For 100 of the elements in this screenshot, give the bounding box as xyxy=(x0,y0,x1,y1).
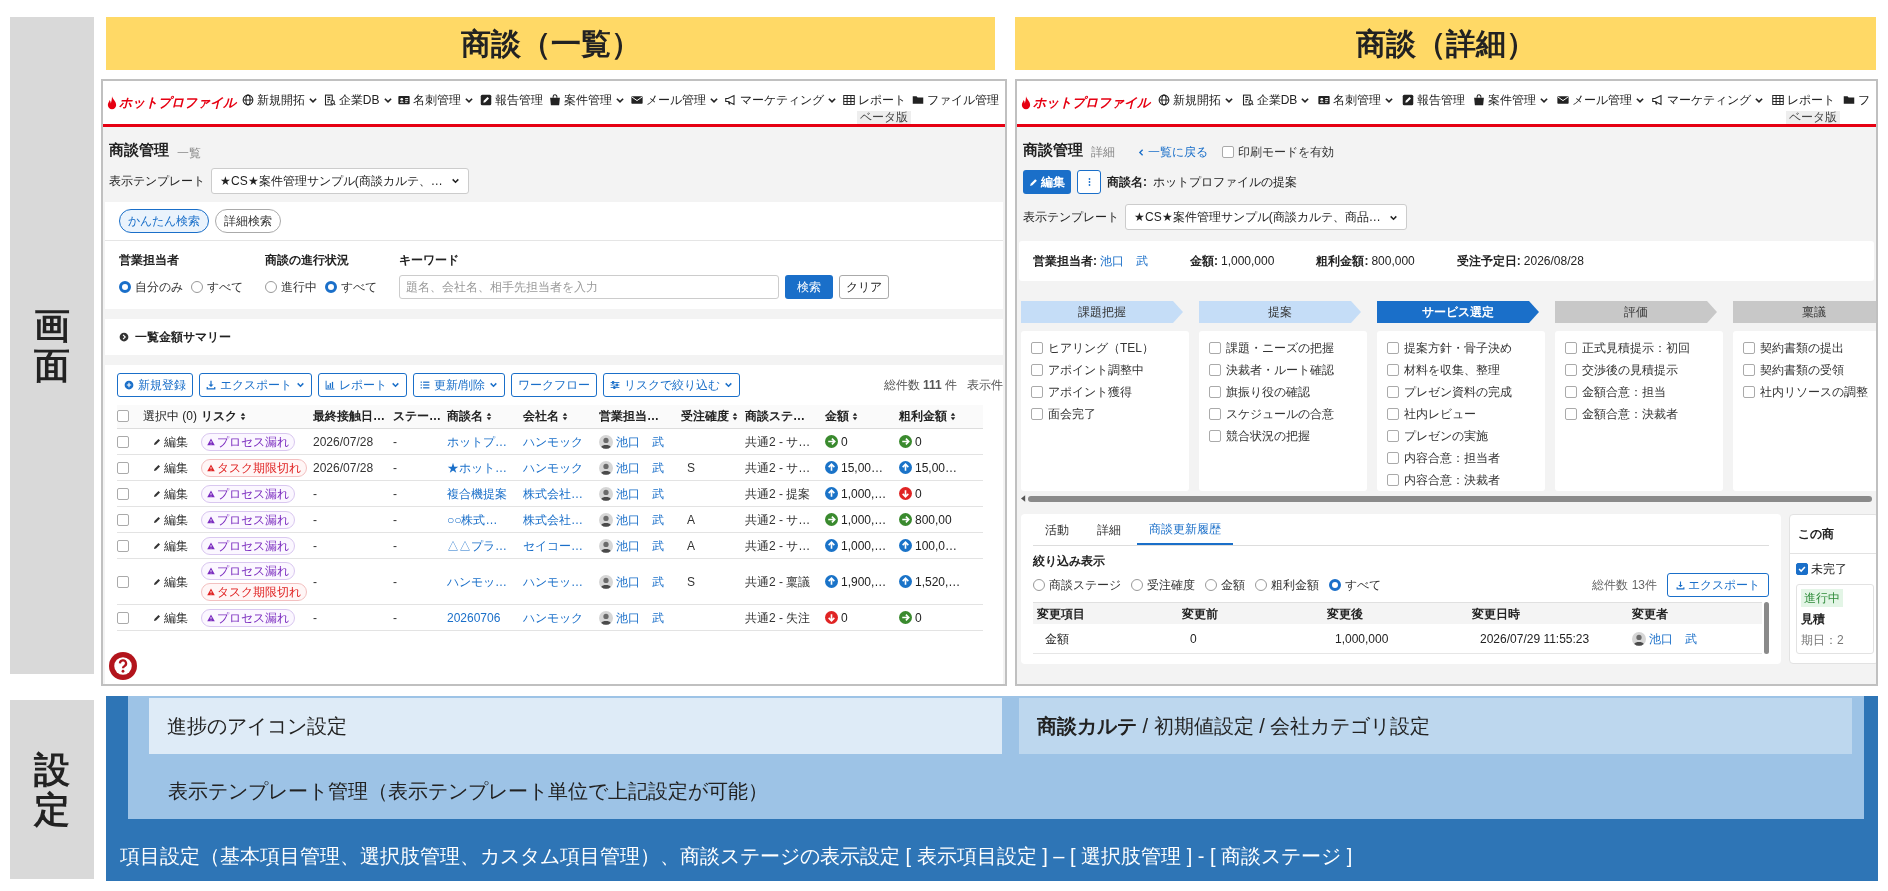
nav-item[interactable]: マーケティング xyxy=(725,81,838,124)
nav-item[interactable]: 新規開拓 xyxy=(1157,81,1234,124)
owner-link[interactable]: 池口 武 xyxy=(616,536,664,555)
checkbox[interactable] xyxy=(1743,342,1755,354)
checkbox-label[interactable]: 未完了 xyxy=(1811,560,1847,578)
option-label[interactable]: 商談ステージ xyxy=(1049,576,1121,594)
option-label[interactable]: すべて xyxy=(207,277,243,296)
nav-item[interactable]: 新規開拓 xyxy=(241,81,318,124)
checkbox[interactable] xyxy=(1031,364,1043,376)
checkbox[interactable] xyxy=(1222,146,1234,158)
checkbox[interactable] xyxy=(117,461,129,474)
radio-button[interactable] xyxy=(191,280,203,293)
company-link[interactable]: ハンモック xyxy=(523,460,583,475)
nav-item[interactable]: 案件管理 xyxy=(1472,81,1549,124)
keyword-input[interactable]: 題名、会社名、相手先担当者を入力 xyxy=(399,274,779,299)
task-label[interactable]: ヒアリング（TEL） xyxy=(1048,339,1154,357)
task-label[interactable]: 社内レビュー xyxy=(1404,405,1476,423)
checkbox[interactable] xyxy=(1031,408,1043,420)
nav-item[interactable]: 企業DB xyxy=(323,81,393,124)
deal-link[interactable]: 20260706 xyxy=(447,610,501,625)
checkbox[interactable] xyxy=(1209,408,1221,420)
radio-button[interactable] xyxy=(1255,579,1267,591)
toolbar-button[interactable]: レポート xyxy=(318,372,407,397)
deal-link[interactable]: ホットプ… xyxy=(447,434,507,449)
radio-button[interactable] xyxy=(1033,579,1045,591)
nav-item[interactable]: フ xyxy=(1843,81,1870,124)
radio-button[interactable] xyxy=(325,280,337,293)
radio-button[interactable] xyxy=(119,280,131,293)
nav-item[interactable]: 名刺管理 xyxy=(1318,81,1395,124)
task-label[interactable]: アポイント調整中 xyxy=(1048,361,1144,379)
deal-link[interactable]: ○○株式… xyxy=(447,512,498,527)
edit-button[interactable]: 編集 xyxy=(1023,170,1071,194)
radio-button[interactable] xyxy=(1131,579,1143,591)
task-label[interactable]: 社内リソースの調整 xyxy=(1760,383,1868,401)
deal-link[interactable]: ハンモッ… xyxy=(447,574,507,589)
task-label[interactable]: 金額合意：決裁者 xyxy=(1582,405,1678,423)
checkbox[interactable] xyxy=(1565,408,1577,420)
owner-link[interactable]: 池口 武 xyxy=(616,432,664,451)
option-label[interactable]: すべて xyxy=(1345,576,1381,594)
more-button[interactable] xyxy=(1077,170,1101,194)
checkbox[interactable] xyxy=(1387,342,1399,354)
company-link[interactable]: ハンモック xyxy=(523,610,583,625)
nav-item[interactable]: メール管理 xyxy=(1556,81,1645,124)
checkbox[interactable] xyxy=(1387,474,1399,486)
task-label[interactable]: 正式見積提示：初回 xyxy=(1582,339,1690,357)
option-label[interactable]: 受注確度 xyxy=(1147,576,1195,594)
option-label[interactable]: すべて xyxy=(341,277,377,296)
task-label[interactable]: スケジュールの合意 xyxy=(1226,405,1334,423)
checkbox[interactable] xyxy=(117,487,129,500)
task-label[interactable]: 材料を収集、整理 xyxy=(1404,361,1500,379)
owner-link[interactable]: 池口 武 xyxy=(616,484,664,503)
template-select[interactable]: ★CS★案件管理サンプル(商談カルテ、商品… xyxy=(1125,204,1407,230)
checkbox[interactable] xyxy=(1743,364,1755,376)
checkbox[interactable] xyxy=(1387,430,1399,442)
edit-link[interactable]: 編集 xyxy=(139,536,201,555)
company-link[interactable]: セイコー… xyxy=(523,538,583,553)
company-link[interactable]: ハンモッ… xyxy=(523,574,583,589)
edit-link[interactable]: 編集 xyxy=(139,608,201,627)
task-label[interactable]: 旗振り役の確認 xyxy=(1226,383,1310,401)
task-label[interactable]: 金額合意：担当 xyxy=(1582,383,1666,401)
nav-item[interactable]: メール管理 xyxy=(631,81,720,124)
owner-link[interactable]: 池口 武 xyxy=(616,608,664,627)
search-tab[interactable]: 詳細検索 xyxy=(215,208,281,233)
task-label[interactable]: 内容合意：決裁者 xyxy=(1404,471,1500,489)
tab[interactable]: 商談更新履歴 xyxy=(1137,515,1233,545)
search-button[interactable]: 検索 xyxy=(785,274,833,299)
nav-item[interactable]: 名刺管理 xyxy=(398,81,475,124)
radio-button[interactable] xyxy=(265,280,277,293)
task-label[interactable]: 課題・ニーズの把握 xyxy=(1226,339,1334,357)
help-button[interactable] xyxy=(109,652,137,680)
owner-link[interactable]: 池口 武 xyxy=(616,458,664,477)
edit-link[interactable]: 編集 xyxy=(139,458,201,477)
radio-button[interactable] xyxy=(1205,579,1217,591)
task-label[interactable]: アポイント獲得 xyxy=(1048,383,1132,401)
nav-item[interactable]: 報告管理 xyxy=(1401,81,1465,124)
template-select[interactable]: ★CS★案件管理サンプル(商談カルテ、… xyxy=(211,167,469,194)
task-label[interactable]: 契約書類の提出 xyxy=(1760,339,1844,357)
checkbox[interactable] xyxy=(1565,386,1577,398)
deal-link[interactable]: 複合機提案 xyxy=(447,486,507,501)
task-label[interactable]: 交渉後の見積提示 xyxy=(1582,361,1678,379)
toolbar-button[interactable]: リスクで絞り込む xyxy=(603,372,741,397)
back-link[interactable]: 一覧に戻る xyxy=(1137,143,1208,161)
checkbox[interactable] xyxy=(1387,452,1399,464)
export-button[interactable]: エクスポート xyxy=(1667,573,1769,597)
task-label[interactable]: 内容合意：担当者 xyxy=(1404,449,1500,467)
checkbox[interactable] xyxy=(1796,563,1808,575)
checkbox[interactable] xyxy=(1209,342,1221,354)
toolbar-button[interactable]: ワークフロー xyxy=(511,372,598,397)
checkbox[interactable] xyxy=(1743,386,1755,398)
company-link[interactable]: 株式会社… xyxy=(523,486,583,501)
company-link[interactable]: 株式会社… xyxy=(523,512,583,527)
horizontal-scrollbar[interactable] xyxy=(1028,495,1872,502)
owner-link[interactable]: 池口 武 xyxy=(1649,629,1697,648)
task-label[interactable]: 契約書類の受領 xyxy=(1760,361,1844,379)
option-label[interactable]: 粗利金額 xyxy=(1271,576,1319,594)
owner-link[interactable]: 池口 武 xyxy=(1100,252,1148,270)
toolbar-button[interactable]: エクスポート xyxy=(199,372,312,397)
tab[interactable]: 詳細 xyxy=(1085,515,1133,545)
search-tab[interactable]: かんたん検索 xyxy=(119,208,209,233)
toolbar-button[interactable]: 更新/削除 xyxy=(413,372,506,397)
